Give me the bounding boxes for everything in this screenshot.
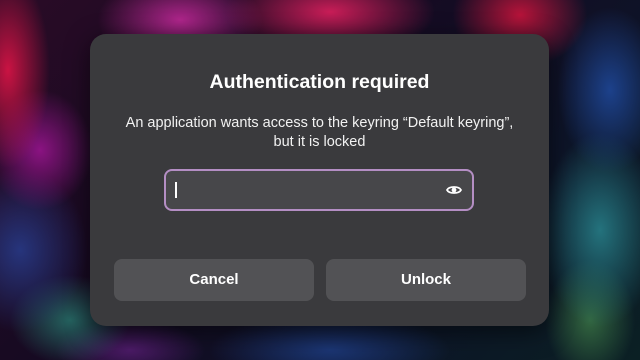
password-input[interactable] bbox=[164, 169, 474, 211]
eye-icon[interactable] bbox=[446, 182, 462, 198]
dialog-title: Authentication required bbox=[209, 71, 430, 93]
auth-dialog: Authentication required An application w… bbox=[90, 34, 549, 326]
unlock-button[interactable]: Unlock bbox=[326, 259, 526, 301]
cancel-button[interactable]: Cancel bbox=[114, 259, 314, 301]
text-caret bbox=[175, 182, 177, 198]
dialog-message: An application wants access to the keyri… bbox=[125, 115, 514, 150]
